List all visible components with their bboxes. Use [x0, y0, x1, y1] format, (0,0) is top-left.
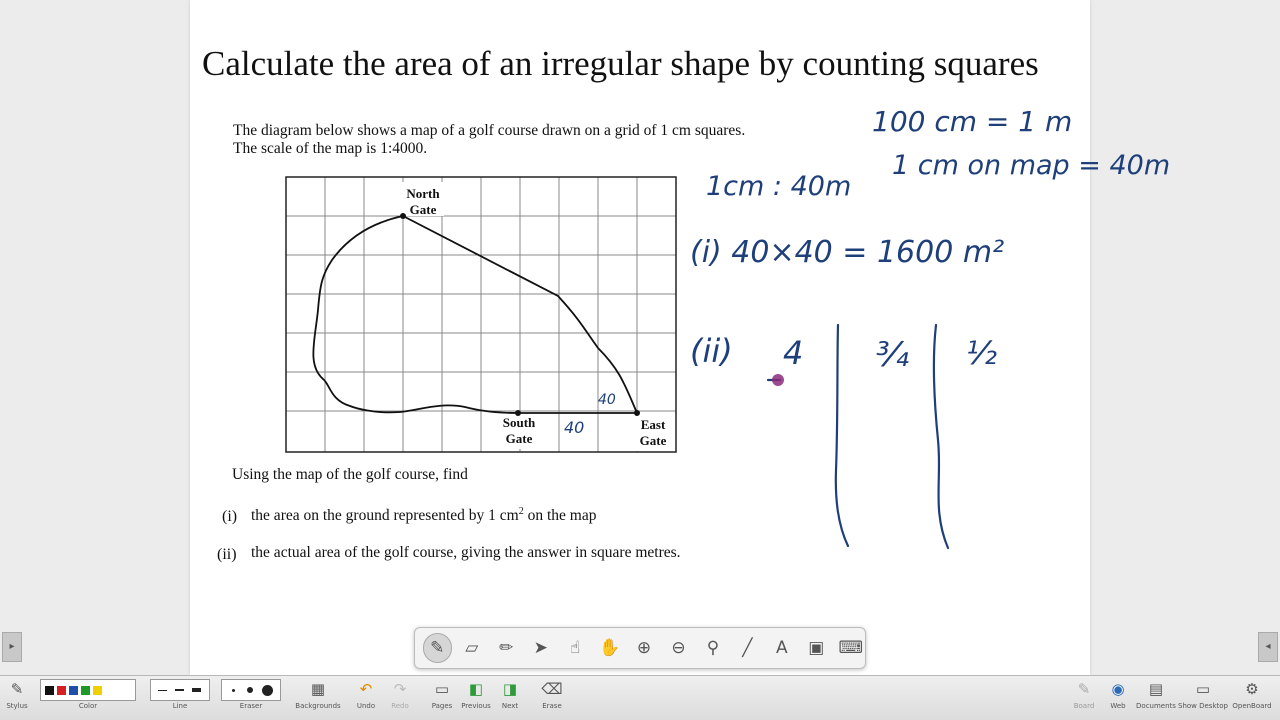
- eraser-small[interactable]: [226, 683, 240, 697]
- show-desktop-button[interactable]: ▭ Show Desktop: [1178, 679, 1228, 710]
- pages-label: Pages: [431, 702, 453, 710]
- eraser-icon[interactable]: ▱: [458, 633, 486, 663]
- color-swatch-yellow[interactable]: [93, 685, 102, 695]
- color-swatch-blue[interactable]: [69, 685, 78, 695]
- next-button[interactable]: ◨ Next: [497, 679, 523, 710]
- bottom-toolbar: ✎ Stylus Color Line Eraser ▦ Backgrounds: [0, 675, 1280, 720]
- previous-icon: ◧: [468, 680, 484, 698]
- pan-hand-icon[interactable]: ✋: [595, 633, 623, 663]
- north-gate-label-2: Gate: [410, 202, 437, 217]
- eraser-size-options: [221, 679, 281, 701]
- color-picker[interactable]: Color: [40, 679, 136, 710]
- gear-icon: ⚙: [1245, 680, 1259, 698]
- color-swatch-green[interactable]: [81, 685, 90, 695]
- intro-line-1: The diagram below shows a map of a golf …: [233, 122, 746, 139]
- capture-icon[interactable]: ▣: [802, 633, 830, 663]
- right-panel-toggle[interactable]: ◂: [1258, 632, 1278, 662]
- documents-label: Documents: [1136, 702, 1176, 710]
- show-desktop-label: Show Desktop: [1178, 702, 1228, 710]
- board-button[interactable]: ✎ Board: [1070, 679, 1098, 710]
- line-label: Line: [172, 702, 188, 710]
- zoom-out-icon[interactable]: ⊖: [664, 633, 692, 663]
- east-gate-point: [634, 410, 640, 416]
- board-icon: ✎: [1077, 680, 1091, 698]
- board-canvas[interactable]: Calculate the area of an irregular shape…: [0, 0, 1280, 675]
- color-swatch-black[interactable]: [45, 685, 54, 695]
- page-title: Calculate the area of an irregular shape…: [202, 44, 1039, 83]
- question-2-number: (ii): [217, 546, 237, 563]
- line-medium[interactable]: [172, 683, 186, 697]
- north-gate-label-1: North: [406, 186, 440, 201]
- eraser-medium[interactable]: [243, 683, 257, 697]
- laser-pointer-icon[interactable]: ⚲: [699, 633, 727, 663]
- backgrounds-icon: ▦: [310, 680, 326, 698]
- undo-icon: ↶: [359, 680, 373, 698]
- text-icon[interactable]: A: [768, 633, 796, 663]
- intro-line-2: The scale of the map is 1:4000.: [233, 140, 428, 157]
- north-gate-point: [400, 213, 406, 219]
- highlighter-icon[interactable]: ✏: [492, 633, 520, 663]
- redo-icon: ↷: [393, 680, 407, 698]
- line-width-options: [150, 679, 210, 701]
- pointer-icon[interactable]: ➤: [526, 633, 554, 663]
- zoom-in-icon[interactable]: ⊕: [630, 633, 658, 663]
- eraser-size-picker[interactable]: Eraser: [221, 679, 281, 710]
- line-icon[interactable]: ╱: [733, 633, 761, 663]
- monitor-icon: ▭: [1195, 680, 1211, 698]
- pages-icon: ▭: [434, 680, 450, 698]
- tool-palette: ✎ ▱ ✏ ➤ ☝ ✋ ⊕ ⊖ ⚲ ╱ A ▣ ⌨: [414, 627, 866, 669]
- golf-course-map: North Gate South Gate East Gate: [285, 176, 677, 453]
- redo-button[interactable]: ↷ Redo: [386, 679, 414, 710]
- redo-label: Redo: [391, 702, 409, 710]
- previous-button[interactable]: ◧ Previous: [459, 679, 493, 710]
- stylus-label: Stylus: [6, 702, 28, 710]
- question-1-text-a: the area on the ground represented by 1 …: [251, 507, 519, 525]
- color-swatch-red[interactable]: [57, 685, 66, 695]
- line-width-picker[interactable]: Line: [150, 679, 210, 710]
- next-icon: ◨: [502, 680, 518, 698]
- question-2-text: the actual area of the golf course, givi…: [251, 544, 681, 561]
- question-lead: Using the map of the golf course, find: [232, 466, 468, 483]
- golf-course-outline: [312, 215, 639, 414]
- stylus-button[interactable]: ✎ Stylus: [5, 679, 29, 710]
- question-1-text-b: on the map: [523, 507, 597, 525]
- south-gate-label-1: South: [503, 415, 536, 430]
- left-panel-toggle[interactable]: ▸: [2, 632, 22, 662]
- web-label: Web: [1110, 702, 1126, 710]
- erase-label: Erase: [542, 702, 562, 710]
- east-gate-label-1: East: [641, 417, 666, 432]
- openboard-label: OpenBoard: [1232, 702, 1272, 710]
- intro-text: The diagram below shows a map of a golf …: [233, 122, 745, 158]
- erase-page-icon: ⌫: [541, 680, 563, 698]
- line-thick[interactable]: [189, 683, 203, 697]
- undo-label: Undo: [356, 702, 376, 710]
- undo-button[interactable]: ↶ Undo: [352, 679, 380, 710]
- backgrounds-button[interactable]: ▦ Backgrounds: [293, 679, 343, 710]
- openboard-menu-button[interactable]: ⚙ OpenBoard: [1229, 679, 1275, 710]
- web-button[interactable]: ◉ Web: [1105, 679, 1131, 710]
- keyboard-icon[interactable]: ⌨: [837, 633, 865, 663]
- eraser-large[interactable]: [260, 683, 274, 697]
- documents-button[interactable]: ▤ Documents: [1136, 679, 1176, 710]
- pages-button[interactable]: ▭ Pages: [428, 679, 456, 710]
- pen-icon[interactable]: ✎: [423, 633, 452, 663]
- stylus-icon: ✎: [10, 680, 24, 698]
- question-1-text: the area on the ground represented by 1 …: [251, 506, 596, 525]
- previous-label: Previous: [461, 702, 491, 710]
- erase-button[interactable]: ⌫ Erase: [538, 679, 566, 710]
- backgrounds-label: Backgrounds: [295, 702, 341, 710]
- color-label: Color: [78, 702, 98, 710]
- next-label: Next: [501, 702, 519, 710]
- select-hand-icon[interactable]: ☝: [561, 633, 589, 663]
- south-gate-label-2: Gate: [506, 431, 533, 446]
- color-swatches: [40, 679, 136, 701]
- east-gate-label-2: Gate: [640, 433, 667, 448]
- line-thin[interactable]: [155, 683, 169, 697]
- globe-icon: ◉: [1111, 680, 1125, 698]
- folder-icon: ▤: [1148, 680, 1164, 698]
- question-1-number: (i): [222, 508, 238, 525]
- eraser-label: Eraser: [239, 702, 263, 710]
- board-label: Board: [1073, 702, 1095, 710]
